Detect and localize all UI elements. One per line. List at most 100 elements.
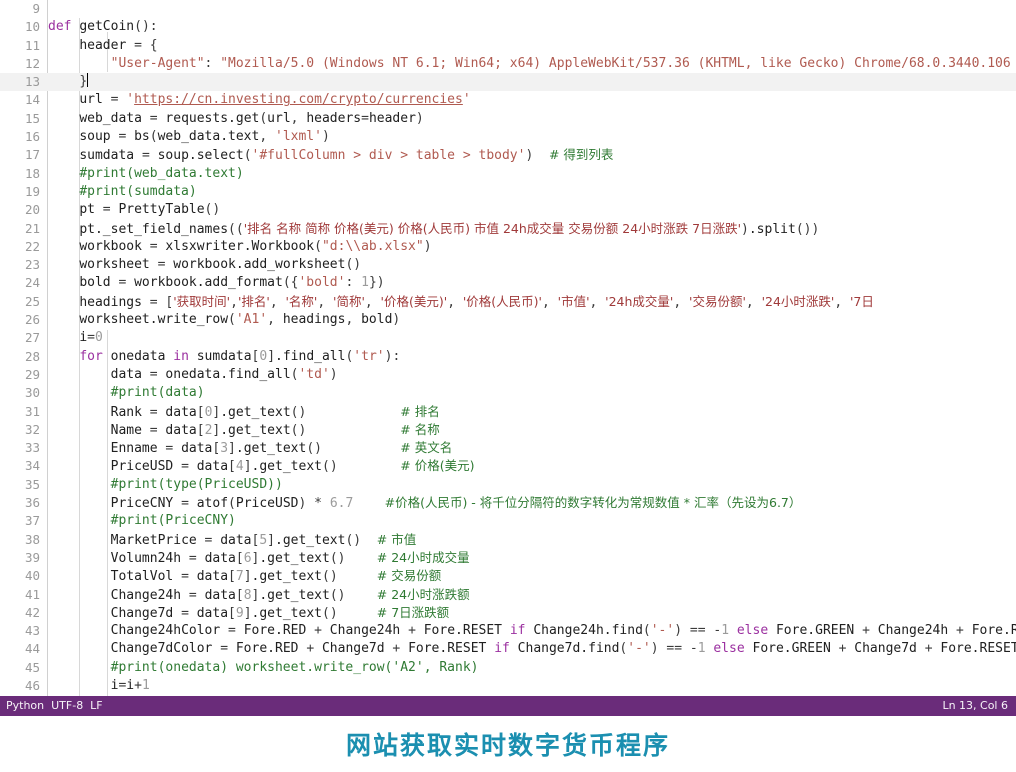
line-number: 24 [24,275,40,291]
line-number: 27 [24,330,40,346]
line-number: 33 [24,440,40,456]
code-line[interactable]: 15 web_data = requests.get(url, headers=… [0,110,1016,128]
code-line[interactable]: 10 def getCoin(): [0,18,1016,36]
code-line[interactable]: 22 workbook = xlsxwriter.Workbook("d:\\a… [0,238,1016,256]
line-number: 36 [24,495,40,511]
line-number: 43 [24,623,40,639]
line-number: 14 [24,92,40,108]
code-editor[interactable]: 9 10 def getCoin(): 11 header = {12 "User-A… [0,0,1016,696]
line-number: 30 [24,385,40,401]
code-line[interactable]: 40 TotalVol = data[7].get_text() # 交易份额 [0,567,1016,585]
code-text: headings = ['获取时间','排名', '名称', '简称', '价格… [79,293,874,310]
code-text: pt = PrettyTable() [79,202,221,218]
line-number: 31 [24,403,40,419]
line-number: 10 [24,19,40,35]
line-number: 15 [24,110,40,126]
line-number: 11 [24,37,40,53]
code-text: Change24hColor = Fore.RED + Change24h + … [110,623,1016,639]
line-number: 29 [24,366,40,382]
code-line[interactable]: 16 soup = bs(web_data.text, 'lxml') [0,128,1016,146]
code-line[interactable]: 13 } [0,73,1016,92]
code-line[interactable]: 27 i=0 [0,329,1016,347]
code-line[interactable]: 26 worksheet.write_row('A1', headings, b… [0,311,1016,329]
code-line[interactable]: 34 PriceUSD = data[4].get_text() # 价格(美元… [0,457,1016,475]
code-text: Volumn24h = data[6].get_text() # 24小时成交量 [110,549,470,566]
code-line[interactable]: 14 url = 'https://cn.investing.com/crypt… [0,91,1016,109]
code-text: #print(web_data.text) [79,165,244,181]
status-bar-right-text: Ln 13, Col 6 [942,699,1008,712]
code-text: data = onedata.find_all('td') [110,366,338,382]
code-text: } [79,73,89,90]
line-number: 13 [24,74,40,90]
code-line[interactable]: 41 Change24h = data[8].get_text() # 24小时… [0,586,1016,604]
code-line[interactable]: 12 "User-Agent": "Mozilla/5.0 (Windows N… [0,55,1016,73]
code-text: worksheet.write_row('A1', headings, bold… [79,312,401,328]
code-line[interactable]: 19 #print(sumdata) [0,183,1016,201]
code-text: web_data = requests.get(url, headers=hea… [79,110,424,126]
line-number: 39 [24,549,40,565]
line-number: 23 [24,257,40,273]
code-text: bold = workbook.add_format({'bold': 1}) [79,275,385,291]
code-text: #print(PriceCNY) [110,513,236,529]
code-line[interactable]: 33 Enname = data[3].get_text() # 英文名 [0,439,1016,457]
code-line[interactable]: 32 Name = data[2].get_text() # 名称 [0,421,1016,439]
line-number: 28 [24,348,40,364]
code-text: Enname = data[3].get_text() # 英文名 [110,440,453,457]
line-number: 22 [24,238,40,254]
line-number: 34 [24,458,40,474]
line-number: 32 [24,421,40,437]
code-line[interactable]: 28 for onedata in sumdata[0].find_all('t… [0,348,1016,366]
code-line[interactable]: 20 pt = PrettyTable() [0,201,1016,219]
line-number: 42 [24,604,40,620]
code-line[interactable]: 39 Volumn24h = data[6].get_text() # 24小时… [0,549,1016,567]
line-number: 9 [32,1,40,16]
code-text: MarketPrice = data[5].get_text() # 市值 [110,531,417,548]
code-line[interactable]: 24 bold = workbook.add_format({'bold': 1… [0,274,1016,292]
code-line[interactable]: 17 sumdata = soup.select('#fullColumn > … [0,146,1016,164]
code-line[interactable]: 38 MarketPrice = data[5].get_text() # 市值 [0,531,1016,549]
code-text: #print(onedata) worksheet.write_row('A2'… [110,659,479,675]
code-line[interactable]: 36 PriceCNY = atof(PriceUSD) * 6.7 #价格(人… [0,494,1016,512]
code-line[interactable]: 29 data = onedata.find_all('td') [0,366,1016,384]
code-line[interactable]: 44 Change7dColor = Fore.RED + Change7d +… [0,640,1016,658]
code-line[interactable]: 43 Change24hColor = Fore.RED + Change24h… [0,622,1016,640]
code-line[interactable]: 31 Rank = data[0].get_text() # 排名 [0,403,1016,421]
code-line[interactable]: 9 [0,0,1016,18]
code-text: soup = bs(web_data.text, 'lxml') [79,129,330,145]
code-text: "User-Agent": "Mozilla/5.0 (Windows NT 6… [110,55,1016,71]
code-text: sumdata = soup.select('#fullColumn > div… [79,147,614,164]
code-text: Name = data[2].get_text() # 名称 [110,421,440,438]
code-text: PriceCNY = atof(PriceUSD) * 6.7 #价格(人民币)… [110,495,802,512]
line-number: 18 [24,165,40,181]
code-line[interactable]: 23 worksheet = workbook.add_worksheet() [0,256,1016,274]
code-text: #print(type(PriceUSD)) [110,476,283,492]
code-line[interactable]: 37 #print(PriceCNY) [0,512,1016,530]
line-number: 44 [24,641,40,657]
code-line[interactable]: 25 headings = ['获取时间','排名', '名称', '简称', … [0,293,1016,311]
status-bar[interactable]: Python UTF-8 LF Ln 13, Col 6 [0,696,1016,716]
code-text: for onedata in sumdata[0].find_all('tr')… [79,348,401,364]
screenshot-root: 9 10 def getCoin(): 11 header = {12 "User-A… [0,0,1016,772]
code-text: url = 'https://cn.investing.com/crypto/c… [79,92,471,108]
code-text: TotalVol = data[7].get_text() # 交易份额 [110,568,442,585]
code-line[interactable]: 42 Change7d = data[9].get_text() # 7日涨跌额 [0,604,1016,622]
code-line[interactable]: 45 #print(onedata) worksheet.write_row('… [0,659,1016,677]
line-number: 21 [24,220,40,236]
code-line[interactable]: 21 pt._set_field_names(('排名 名称 简称 价格(美元)… [0,220,1016,238]
line-number: 38 [24,531,40,547]
line-number: 20 [24,202,40,218]
code-text: worksheet = workbook.add_worksheet() [79,257,362,273]
code-lines: 9 10 def getCoin(): 11 header = {12 "User-A… [0,0,1016,696]
code-text: #print(data) [110,385,205,401]
line-number: 37 [24,513,40,529]
code-line[interactable]: 35 #print(type(PriceUSD)) [0,476,1016,494]
code-text: PriceUSD = data[4].get_text() # 价格(美元) [110,458,475,475]
code-text: #print(sumdata) [79,183,197,199]
code-line[interactable]: 30 #print(data) [0,384,1016,402]
code-line[interactable]: 46 i=i+1 [0,677,1016,695]
code-line[interactable]: 11 header = { [0,37,1016,55]
line-number: 19 [24,183,40,199]
code-line[interactable]: 18 #print(web_data.text) [0,165,1016,183]
line-number: 35 [24,476,40,492]
